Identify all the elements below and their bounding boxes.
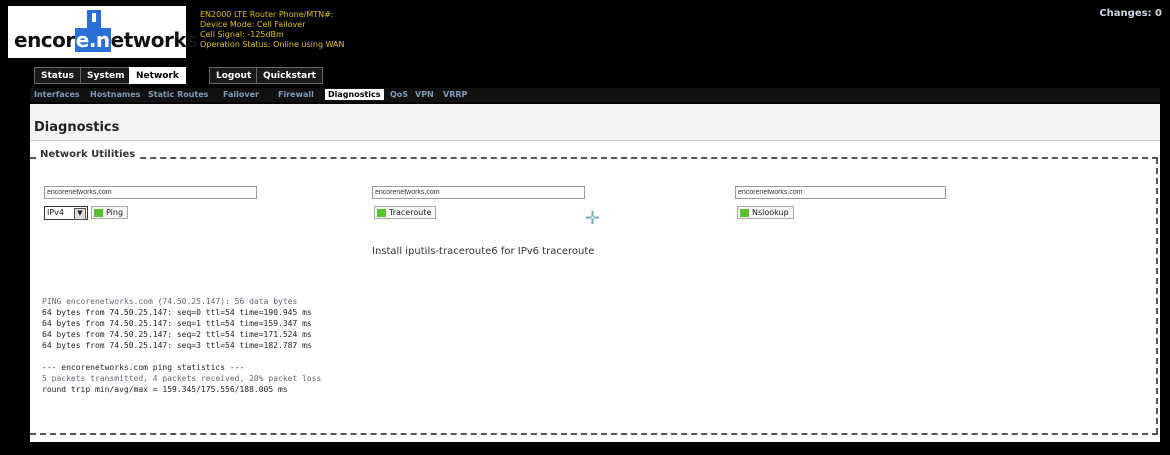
traceroute-button[interactable]: Traceroute (374, 206, 437, 219)
changes-counter[interactable]: Changes: 0 (1099, 8, 1162, 19)
subnav-hostnames[interactable]: Hostnames (90, 90, 140, 99)
nslookup-button[interactable]: Nslookup (737, 206, 794, 219)
nslookup-host-input[interactable] (735, 186, 946, 199)
output-line: 64 bytes from 74.50.25.147: seq=2 ttl=54… (42, 330, 312, 339)
output-line: 64 bytes from 74.50.25.147: seq=0 ttl=54… (42, 308, 312, 317)
page-title: Diagnostics (34, 120, 120, 135)
subnav-failover[interactable]: Failover (223, 90, 259, 99)
fieldset-right-border (1156, 158, 1158, 434)
tab-quickstart[interactable]: Quickstart (256, 67, 323, 84)
traceroute-host-input[interactable] (372, 186, 585, 199)
logo-text: encore.networks (14, 28, 198, 52)
subnav-qos[interactable]: QoS (390, 90, 408, 99)
title-band: Diagnostics (30, 104, 1160, 141)
fieldset-legend: Network Utilities (36, 149, 140, 160)
header: encore.networks EN2000 LTE Router Phone/… (0, 0, 1170, 62)
chevron-down-icon[interactable]: ▼ (74, 208, 86, 220)
crosshair-cursor-icon: ✛ (585, 208, 601, 229)
operation-status: Operation Status: Online using WAN (200, 40, 345, 49)
output-line: --- encorenetworks.com ping statistics -… (42, 363, 245, 372)
subnav-vrrp[interactable]: VRRP (443, 90, 467, 99)
logo-mark-icon (87, 10, 101, 28)
subnav-vpn[interactable]: VPN (415, 90, 434, 99)
main-panel: Diagnostics Network Utilities IPv4 ▼ Pin… (30, 104, 1160, 442)
nslookup-icon (740, 209, 749, 217)
device-mode: Device Mode: Cell Failover (200, 20, 306, 29)
traceroute-note: Install iputils-traceroute6 for IPv6 tra… (372, 246, 595, 257)
tab-system[interactable]: System (80, 67, 132, 84)
tab-status[interactable]: Status (34, 67, 81, 84)
ping-protocol-value: IPv4 (47, 208, 65, 217)
output-line: 5 packets transmitted, 4 packets receive… (42, 374, 322, 383)
fieldset-bottom-border (30, 433, 1158, 435)
device-model: EN2000 LTE Router Phone/MTN#: (200, 10, 334, 19)
output-line: round trip min/avg/max = 159.345/175.556… (42, 385, 288, 394)
output-line: PING encorenetworks.com (74.50.25.147): … (42, 297, 298, 306)
ping-host-input[interactable] (44, 186, 257, 199)
tab-network[interactable]: Network (129, 67, 186, 84)
output-line: 64 bytes from 74.50.25.147: seq=1 ttl=54… (42, 319, 312, 328)
device-info: EN2000 LTE Router Phone/MTN#: Device Mod… (200, 10, 345, 50)
output-line: 64 bytes from 74.50.25.147: seq=3 ttl=54… (42, 341, 312, 350)
fieldset-border (30, 157, 1158, 159)
subnav-interfaces[interactable]: Interfaces (34, 90, 80, 99)
tab-logout[interactable]: Logout (209, 67, 259, 84)
sub-navigation: Interfaces Hostnames Static Routes Failo… (30, 88, 1160, 102)
traceroute-icon (377, 209, 386, 217)
subnav-firewall[interactable]: Firewall (278, 90, 314, 99)
ping-protocol-select[interactable]: IPv4 ▼ (44, 206, 88, 220)
subnav-diagnostics[interactable]: Diagnostics (325, 89, 384, 100)
ping-icon (94, 209, 103, 217)
diagnostic-output: PING encorenetworks.com (74.50.25.147): … (42, 296, 582, 395)
cell-signal: Cell Signal: -125dBm (200, 30, 284, 39)
ping-button[interactable]: Ping (91, 206, 129, 219)
subnav-static-routes[interactable]: Static Routes (148, 90, 208, 99)
logo: encore.networks (8, 6, 198, 58)
